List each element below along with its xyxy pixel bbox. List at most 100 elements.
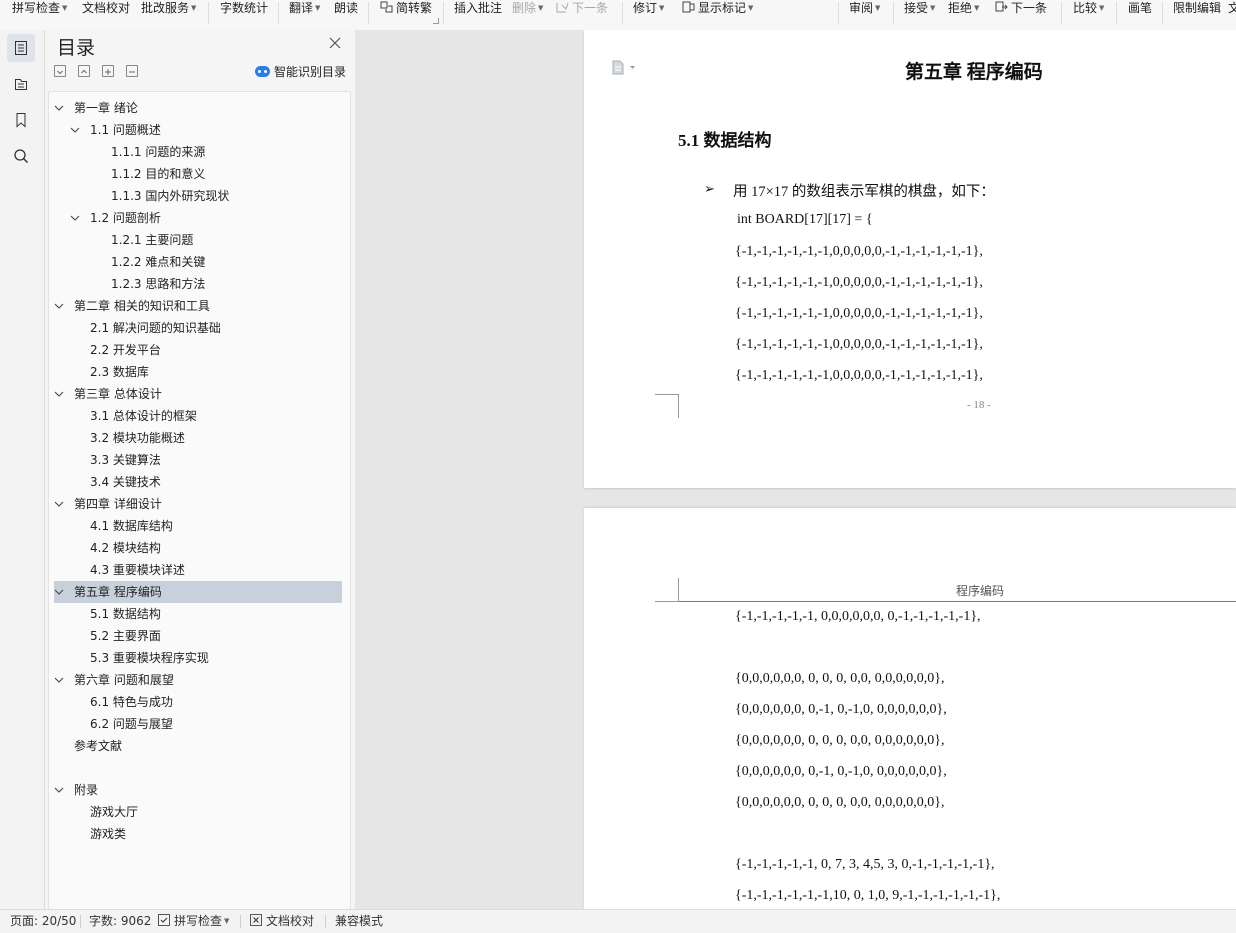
outline-item-label: 第五章 程序编码 [74, 585, 162, 599]
toolbar-divider [1061, 2, 1062, 24]
review-button[interactable]: 审阅 ▼ [849, 0, 880, 16]
outline-item-label: 2.3 数据库 [90, 365, 149, 379]
insert-comment-button[interactable]: 插入批注 [454, 0, 502, 16]
expand-level-button[interactable] [102, 65, 114, 77]
outline-item[interactable]: 1.2.2 难点和关键 [54, 251, 342, 273]
expand-up-button[interactable] [78, 65, 90, 77]
chevron-down-icon[interactable] [70, 119, 80, 141]
outline-item[interactable]: 第二章 相关的知识和工具 [54, 295, 342, 317]
outline-item[interactable]: 3.2 模块功能概述 [54, 427, 342, 449]
search-button[interactable] [7, 142, 35, 170]
outline-item[interactable]: 1.1.1 问题的来源 [54, 141, 342, 163]
restrict-edit-button[interactable]: 限制编辑 [1173, 0, 1221, 16]
outline-item[interactable]: 2.1 解决问题的知识基础 [54, 317, 342, 339]
chevron-down-icon[interactable] [54, 97, 64, 119]
status-spell-check[interactable]: 拼写检查 ▼ [158, 914, 229, 929]
outline-item[interactable]: 4.3 重要模块详述 [54, 559, 342, 581]
compare-button[interactable]: 比较 ▼ [1073, 0, 1104, 16]
check-icon [158, 914, 170, 926]
outline-item[interactable]: 附录 [54, 779, 342, 801]
simp-trad-button[interactable]: 简转繁 [380, 0, 432, 16]
chevron-down-icon: ▼ [875, 4, 881, 12]
chevron-down-icon[interactable] [54, 581, 64, 603]
outline-item-label: 5.1 数据结构 [90, 607, 161, 621]
outline-item[interactable]: 4.1 数据库结构 [54, 515, 342, 537]
outline-item[interactable]: 5.2 主要界面 [54, 625, 342, 647]
group-launcher-icon[interactable] [433, 18, 439, 24]
outline-item[interactable]: 第五章 程序编码 [54, 581, 342, 603]
ink-button[interactable]: 画笔 [1128, 0, 1152, 16]
spell-check-button[interactable]: 拼写检查 ▼ [12, 0, 67, 16]
chevron-down-icon[interactable] [54, 669, 64, 691]
outline-item[interactable]: 2.3 数据库 [54, 361, 342, 383]
next-comment-button[interactable]: 下一条 [556, 0, 608, 16]
accept-button[interactable]: 接受 ▼ [904, 0, 935, 16]
outline-item[interactable]: 2.2 开发平台 [54, 339, 342, 361]
smart-toc-label: 智能识别目录 [274, 65, 347, 79]
word-count[interactable]: 字数: 9062 [89, 914, 151, 929]
outline-item-label: 1.1.1 问题的来源 [111, 145, 206, 159]
doc-check-button[interactable]: 文档校对 [82, 0, 130, 16]
outline-item[interactable]: 1.2.1 主要问题 [54, 229, 342, 251]
outline-item[interactable]: 6.1 特色与成功 [54, 691, 342, 713]
reject-button[interactable]: 拒绝 ▼ [948, 0, 979, 16]
bookmark-icon [16, 113, 26, 128]
outline-item[interactable]: 第四章 详细设计 [54, 493, 342, 515]
delete-comment-button[interactable]: 删除 ▼ [512, 0, 543, 16]
collapse-all-button[interactable] [54, 65, 66, 77]
outline-item[interactable]: 4.2 模块结构 [54, 537, 342, 559]
close-icon[interactable] [328, 36, 342, 50]
chevron-up-icon [81, 69, 87, 74]
track-changes-button[interactable]: 修订 ▼ [633, 0, 664, 16]
outline-item-label: 第四章 详细设计 [74, 497, 162, 511]
outline-item[interactable]: 1.2 问题剖析 [54, 207, 342, 229]
outline-item[interactable]: 第六章 问题和展望 [54, 669, 342, 691]
outline-item[interactable]: 游戏类 [54, 823, 342, 845]
smart-toc-button[interactable]: 智能识别目录 [255, 64, 346, 80]
outline-item[interactable]: 参考文献 [54, 735, 342, 757]
revision-service-button[interactable]: 批改服务 ▼ [141, 0, 196, 16]
outline-item[interactable]: 游戏大厅 [54, 801, 342, 823]
outline-item[interactable]: 5.3 重要模块程序实现 [54, 647, 342, 669]
chevron-down-icon[interactable] [70, 207, 80, 229]
status-bar: 页面: 20/50 字数: 9062 拼写检查 ▼ 文档校对 兼容模式 [0, 909, 1236, 933]
word-count-button[interactable]: 字数统计 [220, 0, 268, 16]
outline-item[interactable]: 3.4 关键技术 [54, 471, 342, 493]
outline-item[interactable]: 6.2 问题与展望 [54, 713, 342, 735]
toc-panel-button[interactable] [7, 34, 35, 62]
outline-item[interactable]: 第一章 绪论 [54, 97, 342, 119]
code-line: {-1,-1,-1,-1,-1,-1,0,0,0,0,0,-1,-1,-1,-1… [735, 337, 983, 352]
next-change-button[interactable]: 下一条 [995, 0, 1047, 16]
outline-item[interactable] [54, 757, 342, 779]
chevron-down-icon[interactable] [54, 383, 64, 405]
status-doc-check[interactable]: 文档校对 [250, 914, 314, 929]
show-markup-button[interactable]: 显示标记 ▼ [682, 0, 753, 16]
translate-button[interactable]: 翻译 ▼ [289, 0, 320, 16]
outline-item[interactable]: 3.3 关键算法 [54, 449, 342, 471]
bookmark-button[interactable] [7, 106, 35, 134]
outline-item[interactable]: 1.1.3 国内外研究现状 [54, 185, 342, 207]
reject-label: 拒绝 [948, 1, 973, 15]
collapse-level-button[interactable] [126, 65, 138, 77]
outline-item[interactable]: 1.1 问题概述 [54, 119, 342, 141]
page-header: 程序编码 [956, 584, 1005, 598]
outline-item[interactable]: 5.1 数据结构 [54, 603, 342, 625]
read-aloud-button[interactable]: 朗读 [334, 0, 358, 16]
outline-item[interactable]: 3.1 总体设计的框架 [54, 405, 342, 427]
outline-item[interactable]: 第三章 总体设计 [54, 383, 342, 405]
chapter-nav-button[interactable] [7, 70, 35, 98]
outline-item-label: 游戏类 [90, 827, 127, 841]
document-page: 程序编码 {-1,-1,-1,-1,-1, 0,0,0,0,0,0, 0,-1,… [584, 508, 1236, 909]
review-toolbar: 拼写检查 ▼ 文档校对 批改服务 ▼ 字数统计 翻译 ▼ 朗读 简转繁 插入批注 删除… [0, 0, 1236, 31]
toolbar-divider [208, 2, 209, 24]
chevron-down-icon[interactable] [54, 295, 64, 317]
chevron-down-icon: ▼ [62, 4, 68, 12]
outline-item[interactable]: 1.1.2 目的和意义 [54, 163, 342, 185]
overflow-button[interactable]: 文 [1228, 0, 1236, 16]
page-style-button[interactable] [611, 60, 637, 79]
chevron-down-icon[interactable] [54, 779, 64, 801]
chevron-down-icon[interactable] [54, 493, 64, 515]
page-indicator[interactable]: 页面: 20/50 [10, 914, 76, 929]
nav-rail [0, 30, 45, 909]
outline-item[interactable]: 1.2.3 思路和方法 [54, 273, 342, 295]
